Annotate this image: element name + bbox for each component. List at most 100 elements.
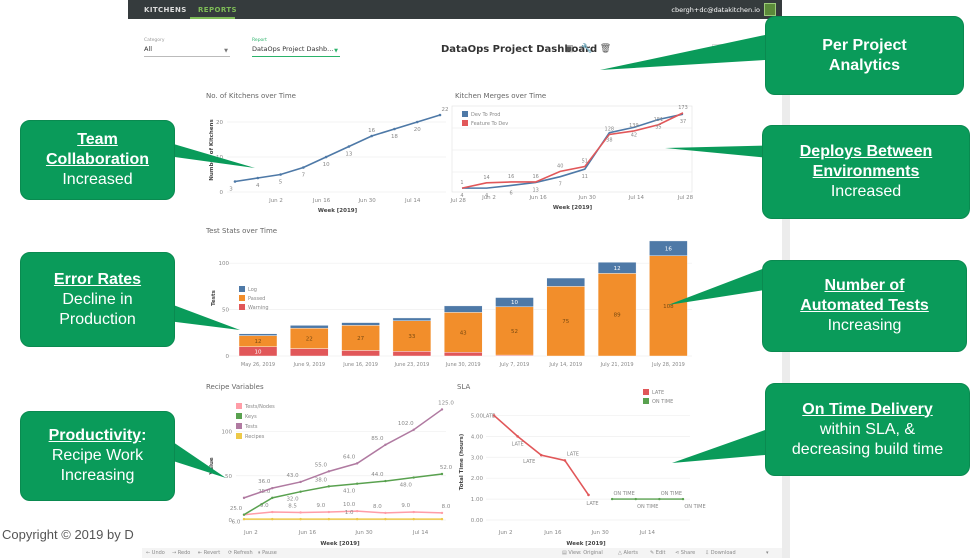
data-label: 125.0: [438, 400, 454, 406]
data-label: 25.0: [230, 506, 243, 512]
data-point: [355, 517, 359, 521]
x-tick-label: May 26, 2019: [241, 362, 275, 368]
pause-button[interactable]: ⏸ Pause: [258, 550, 277, 556]
edit-button[interactable]: ✎ Edit: [650, 550, 665, 556]
data-point: [271, 496, 274, 500]
kitchens-data-label: 22: [442, 107, 449, 113]
y-tick-label: 50: [222, 308, 229, 314]
legend-swatch: [239, 286, 245, 292]
data-point: [299, 490, 302, 493]
data-point: [327, 510, 331, 514]
feature-to-dev-data-label: 173: [678, 105, 688, 111]
kitchens-point: [393, 127, 396, 131]
legend-swatch: [236, 403, 242, 409]
on-time-data-label: ON TIME: [637, 504, 658, 510]
feature-to-dev-data-label: 151: [654, 117, 664, 123]
y-tick-label: 0.00: [471, 518, 484, 524]
kitchens-line: [234, 114, 441, 183]
bar-data-label: 27: [357, 336, 364, 342]
callout-heading: On Time Delivery: [802, 400, 933, 418]
data-point: [384, 479, 387, 483]
callout-text: decreasing build time: [791, 440, 944, 458]
on-time-point: [658, 497, 661, 501]
feature-to-dev-data-label: 16: [532, 174, 538, 180]
x-tick-label: July 14, 2019: [548, 362, 582, 368]
dev-to-prod-data-label: 38: [606, 138, 612, 144]
y-tick-label: 20: [216, 120, 223, 126]
legend-label: Tests: [244, 424, 258, 430]
dev-to-prod-data-label: 4: [460, 193, 463, 199]
data-point: [440, 472, 444, 476]
x-tick-label: Jun 30: [357, 198, 376, 204]
kitchens-point: [302, 166, 305, 169]
data-label: 85.0: [371, 436, 384, 442]
log-bar: [392, 317, 432, 321]
data-point: [299, 511, 302, 514]
copyright-text: Copyright © 2019 by D: [2, 527, 134, 542]
y-axis-label: Tests: [211, 289, 217, 306]
feature-to-dev-data-label: 16: [508, 174, 514, 180]
callout-text: within SLA, &: [819, 420, 916, 438]
data-point: [440, 408, 444, 411]
kitchens-point: [256, 176, 260, 180]
data-point: [440, 511, 444, 515]
data-label: 1.0: [345, 510, 354, 516]
legend-label: Tests/Nodes: [244, 404, 275, 410]
callout-deploys: Deploys Between Environments Increased: [762, 125, 970, 219]
share-button[interactable]: ⋖ Share: [675, 550, 695, 556]
x-tick-label: Jul 28: [450, 198, 467, 204]
callout-text: Recipe Work: [51, 447, 144, 464]
download-button[interactable]: ⇩ Download: [705, 550, 736, 556]
kitchens-point: [370, 134, 373, 138]
pause-label: Pause: [262, 550, 277, 556]
x-axis-label: Week [2019]: [318, 208, 358, 214]
chevron-down-icon[interactable]: ▾: [766, 550, 769, 556]
data-label: 64.0: [343, 454, 356, 460]
callout-text: Analytics: [828, 56, 901, 74]
data-point: [412, 517, 415, 521]
bar-data-label: 12: [255, 339, 262, 345]
callout-per-project: Per Project Analytics: [765, 16, 964, 95]
revert-button[interactable]: ⇤ Revert: [198, 550, 220, 556]
late-point: [587, 493, 590, 497]
data-label: 10.0: [343, 502, 356, 508]
legend-label: Recipes: [245, 434, 265, 440]
y-tick-label: 3.00: [471, 455, 484, 461]
feature-to-dev-data-label: 128: [605, 126, 615, 132]
legend-swatch: [239, 295, 245, 301]
data-label: 52.0: [440, 465, 453, 471]
x-tick-label: July 21, 2019: [600, 362, 634, 368]
data-point: [242, 496, 246, 500]
x-tick-label: July 28, 2019: [651, 362, 685, 368]
callout-text: Increasing: [827, 317, 902, 334]
tests-nodes-line: [243, 510, 443, 516]
undo-button[interactable]: ← Undo: [146, 550, 165, 556]
on-time-data-label: ON TIME: [613, 491, 634, 497]
bar-data-label: 52: [511, 329, 518, 335]
y-tick-label: 0: [226, 354, 230, 360]
log-bar: [444, 305, 483, 313]
kitchens-point: [438, 113, 442, 117]
dev-to-prod-data-label: 4: [485, 193, 488, 199]
download-label: Download: [710, 550, 736, 556]
legend-label: Warning: [248, 305, 269, 311]
redo-button[interactable]: → Redo: [172, 550, 190, 556]
kitchens-data-label: 16: [368, 128, 375, 134]
x-axis-label: Week [2019]: [553, 205, 593, 211]
callout-heading: Number of: [824, 277, 905, 294]
x-tick-label: Jun 2: [481, 195, 496, 201]
feature-to-dev-data-label: 51: [582, 159, 588, 165]
kitchens-point: [347, 145, 351, 148]
kitchens-data-label: 4: [256, 183, 260, 189]
refresh-button[interactable]: ⟳ Refresh: [228, 550, 253, 556]
legend-label: Log: [248, 287, 257, 293]
callout-text: Production: [59, 310, 136, 328]
data-point: [355, 482, 359, 485]
y-axis-label: Number of Kitchens: [209, 119, 215, 181]
legend-swatch: [643, 398, 649, 404]
bar-data-label: 33: [408, 334, 415, 340]
x-tick-label: June 23, 2019: [394, 362, 430, 368]
view-original-button[interactable]: ▤ View: Original: [562, 550, 603, 556]
alerts-button[interactable]: △ Alerts: [618, 550, 638, 556]
dev-to-prod-data-label: 35: [655, 124, 661, 130]
